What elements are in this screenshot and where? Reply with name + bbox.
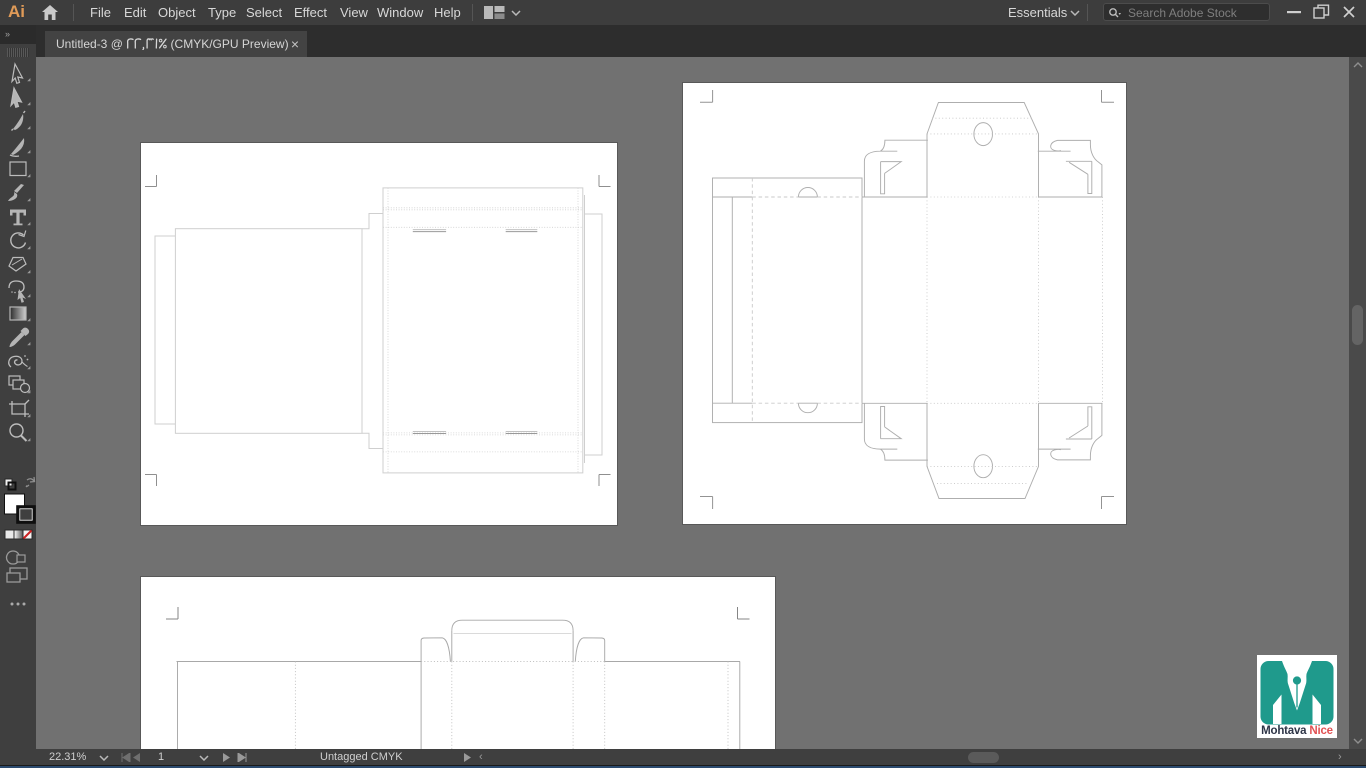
svg-text:Mohtava Nice: Mohtava Nice bbox=[1261, 725, 1333, 737]
